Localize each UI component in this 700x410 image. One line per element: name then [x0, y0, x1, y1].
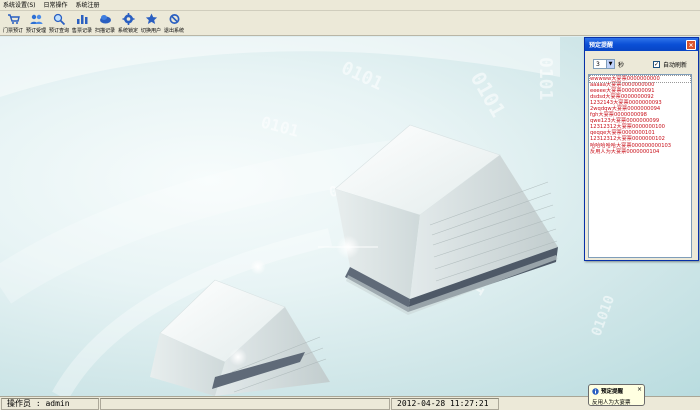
checkmark-icon: ✓	[654, 60, 660, 68]
booking-query-label: 预订查询	[49, 28, 70, 34]
info-icon	[592, 387, 599, 395]
svg-text:0101: 0101	[338, 57, 386, 94]
ticket-booking-label: 门票预订	[3, 28, 24, 34]
tray-notification-title: 预定提醒	[601, 389, 624, 395]
cloud-icon	[99, 12, 112, 25]
gear-icon	[122, 12, 135, 25]
booking-accept-button[interactable]: 预订受理	[25, 11, 48, 35]
booking-accept-label: 预订受理	[26, 28, 47, 34]
reminder-window-title: 预定提醒	[589, 42, 614, 49]
exit-system-button[interactable]: 退出系统	[163, 11, 186, 35]
svg-text:0101: 0101	[259, 113, 301, 141]
menu-daily-ops[interactable]: 日常操作	[44, 0, 68, 11]
tray-notification-header: 预定提醒	[592, 387, 641, 395]
reminder-window: 预定提醒 × 3 ▼ 秒 ✓ 自动刷新 wwwww大宴票0000000000 a…	[584, 37, 699, 261]
scan-record-button[interactable]: 扫描记录	[94, 11, 117, 35]
auto-refresh-label: 自动刷新	[663, 61, 688, 69]
reminder-list[interactable]: wwwww大宴票0000000000 aaaaa大宴票0000000000 ee…	[588, 74, 692, 258]
operator-status: 操作员 : admin	[1, 397, 99, 410]
users-icon	[30, 12, 43, 25]
chevron-down-icon[interactable]: ▼	[606, 60, 614, 68]
interval-select[interactable]: 3 ▼	[593, 59, 615, 69]
chart-icon	[76, 12, 89, 25]
switch-user-button[interactable]: 切换用户	[140, 11, 163, 35]
tray-notification[interactable]: 预定提醒 × 反用人为大宴票	[588, 384, 645, 406]
toolbar: 门票预订 预订受理 预订查询 售票记录 扫描记录 系统锁定 切换用户 退出系统	[0, 11, 700, 36]
status-blank	[100, 397, 390, 410]
sales-record-label: 售票记录	[72, 28, 93, 34]
system-lock-button[interactable]: 系统锁定	[117, 11, 140, 35]
interval-unit: 秒	[618, 61, 625, 69]
exit-system-label: 退出系统	[164, 28, 185, 34]
scan-record-label: 扫描记录	[95, 28, 116, 34]
close-icon: ×	[688, 41, 694, 49]
menu-bar: 系统设置(S) 日常操作 系统注册	[0, 0, 700, 11]
svg-text:0101: 0101	[535, 57, 556, 100]
star-icon	[145, 12, 158, 25]
menu-system-settings[interactable]: 系统设置(S)	[3, 0, 36, 11]
switch-user-label: 切换用户	[141, 28, 162, 34]
menu-system-register[interactable]: 系统注册	[76, 0, 100, 11]
magnifier-icon	[53, 12, 66, 25]
ticket-booking-button[interactable]: 门票预订	[2, 11, 25, 35]
interval-value: 3	[596, 60, 600, 68]
tray-close-icon[interactable]: ×	[637, 386, 642, 393]
booking-query-button[interactable]: 预订查询	[48, 11, 71, 35]
reminder-window-titlebar[interactable]: 预定提醒 ×	[585, 38, 698, 51]
tray-notification-message: 反用人为大宴票	[592, 400, 631, 406]
system-lock-label: 系统锁定	[118, 28, 139, 34]
datetime-status: 2012-04-28 11:27:21	[391, 397, 499, 410]
svg-text:01010: 01010	[589, 293, 618, 338]
sales-record-button[interactable]: 售票记录	[71, 11, 94, 35]
cart-icon	[7, 12, 20, 25]
refresh-controls: 3 ▼ 秒 ✓ 自动刷新	[593, 59, 687, 69]
svg-text:0101: 0101	[466, 68, 511, 122]
list-item[interactable]: 反用人为大宴票0000000104	[590, 149, 690, 155]
no-entry-icon	[168, 12, 181, 25]
auto-refresh-checkbox[interactable]: ✓	[653, 60, 661, 68]
close-button[interactable]: ×	[686, 39, 696, 50]
